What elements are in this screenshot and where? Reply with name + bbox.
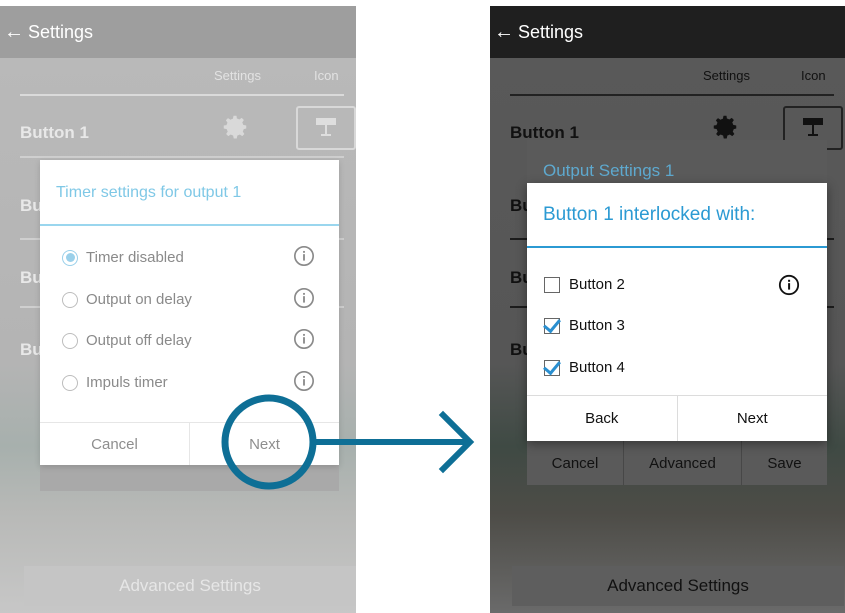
cancel-button[interactable]: Cancel (40, 423, 190, 465)
checkbox-label: Button 3 (569, 317, 625, 334)
app-bar: ← Settings (490, 6, 845, 58)
back-button[interactable]: Back (527, 396, 678, 441)
back-arrow-icon[interactable]: ← (494, 21, 514, 44)
option-label: Output off delay (86, 332, 192, 349)
option-output-on-delay[interactable]: Output on delay (62, 291, 192, 308)
dialog-buttons: Back Next (527, 395, 827, 441)
app-bar: ← Settings (0, 6, 356, 58)
checkbox-row-button-3[interactable]: Button 3 (544, 317, 625, 334)
radio[interactable] (62, 291, 78, 308)
app-bar-title: Settings (28, 21, 94, 42)
checkbox-checked[interactable] (544, 317, 560, 334)
radio-selected[interactable] (62, 249, 78, 266)
save-button[interactable]: Save (741, 441, 827, 485)
info-icon[interactable] (293, 287, 315, 309)
left-phone-screen: ← Settings Settings Icon Button 1 Bu Bu … (0, 6, 356, 613)
dialog-title: Timer settings for output 1 (56, 184, 242, 201)
column-header-settings: Settings (703, 68, 750, 83)
output-icon (803, 118, 823, 136)
option-output-off-delay[interactable]: Output off delay (62, 332, 192, 349)
info-icon[interactable] (293, 245, 315, 267)
column-header-settings: Settings (214, 68, 261, 83)
output-icon (316, 118, 336, 136)
interlock-dialog: Button 1 interlocked with: Button 2 Butt… (527, 183, 827, 441)
arrow-right-icon (438, 410, 475, 474)
option-label: Output on delay (86, 291, 192, 308)
advanced-settings-button[interactable]: Advanced Settings (24, 566, 356, 606)
gear-icon[interactable] (708, 112, 742, 142)
title-divider (527, 246, 827, 248)
advanced-button[interactable]: Advanced (623, 441, 741, 485)
advanced-settings-button[interactable]: Advanced Settings (512, 566, 844, 606)
checkbox-label: Button 4 (569, 359, 625, 376)
radio[interactable] (62, 374, 78, 391)
radio[interactable] (62, 332, 78, 349)
dialog-shadow (40, 465, 339, 491)
dialog-title: Button 1 interlocked with: (543, 204, 756, 225)
dialog-buttons: Cancel Advanced Save (527, 441, 827, 485)
option-label: Timer disabled (86, 249, 184, 266)
next-button[interactable]: Next (678, 396, 828, 441)
column-header-icon: Icon (801, 68, 826, 83)
next-button[interactable]: Next (190, 423, 339, 465)
divider (20, 94, 344, 96)
info-icon[interactable] (293, 328, 315, 350)
dialog-buttons: Cancel Next (40, 422, 339, 465)
checkbox-checked[interactable] (544, 359, 560, 376)
app-bar-title: Settings (518, 21, 584, 42)
info-icon[interactable] (778, 274, 800, 296)
right-phone-screen: ← Settings Settings Icon Button 1 Bu Bu … (490, 6, 845, 613)
option-impuls-timer[interactable]: Impuls timer (62, 374, 168, 391)
checkbox[interactable] (544, 276, 560, 293)
timer-settings-dialog: Timer settings for output 1 Timer disabl… (40, 160, 339, 465)
divider (20, 156, 344, 158)
checkbox-row-button-4[interactable]: Button 4 (544, 359, 625, 376)
title-divider (40, 224, 339, 226)
divider (510, 94, 834, 96)
cancel-button[interactable]: Cancel (527, 441, 623, 485)
row-label-button-1: Button 1 (20, 123, 89, 142)
checkbox-row-button-2[interactable]: Button 2 (544, 276, 625, 293)
gear-icon[interactable] (218, 112, 252, 142)
checkbox-label: Button 2 (569, 276, 625, 293)
back-arrow-icon[interactable]: ← (4, 21, 24, 44)
output-icon-button[interactable] (296, 106, 356, 150)
option-timer-disabled[interactable]: Timer disabled (62, 249, 184, 266)
column-header-icon: Icon (314, 68, 339, 83)
option-label: Impuls timer (86, 374, 168, 391)
info-icon[interactable] (293, 370, 315, 392)
dialog-title: Output Settings 1 (543, 161, 675, 180)
